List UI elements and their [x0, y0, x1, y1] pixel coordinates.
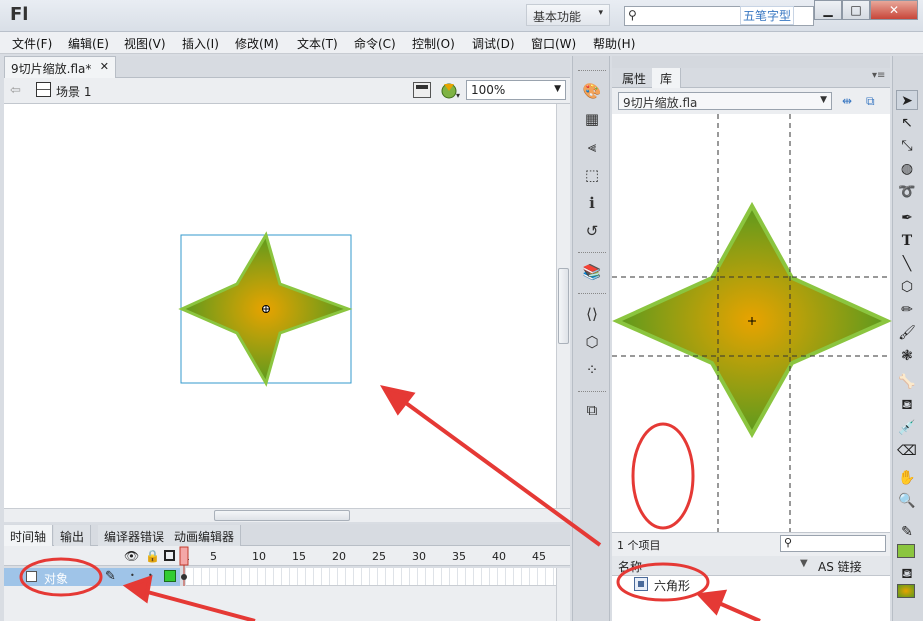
annotation-overlay-2 — [631, 422, 695, 530]
annotation-circle-star-tip — [631, 422, 695, 530]
